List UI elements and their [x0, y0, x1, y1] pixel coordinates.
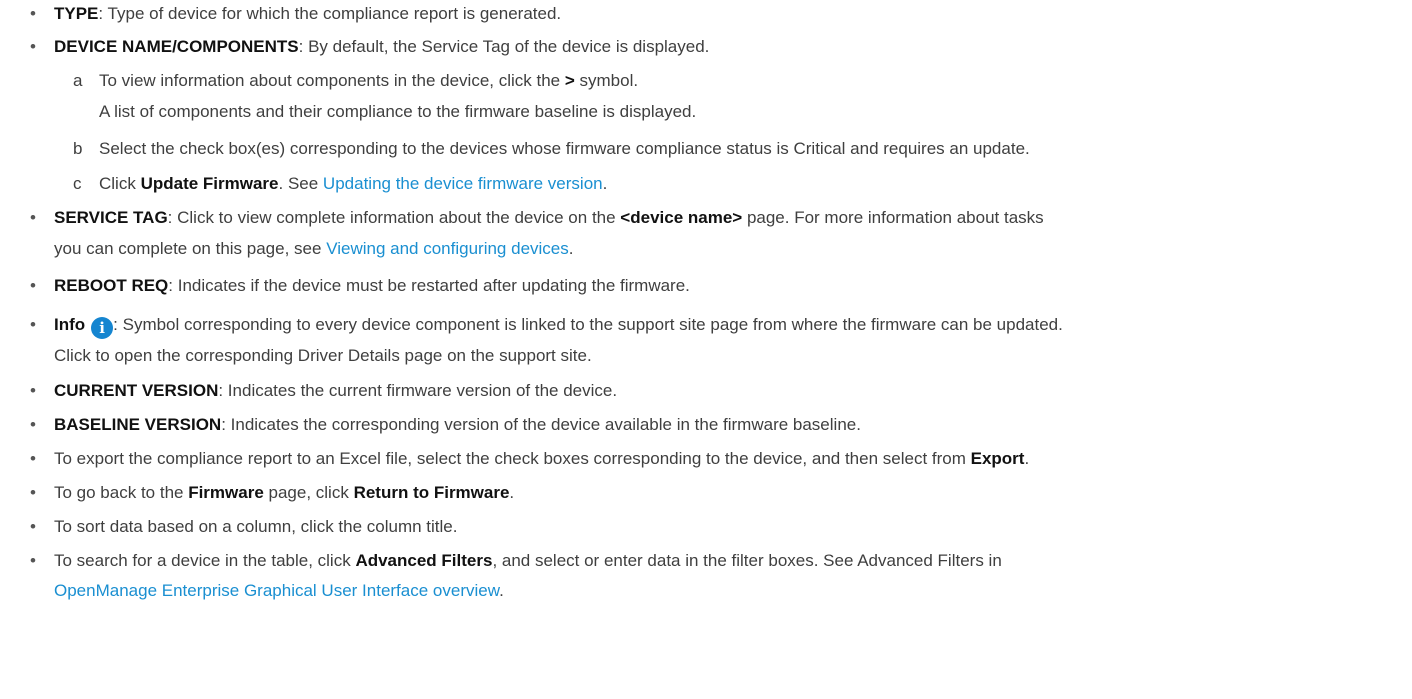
term-service-tag: SERVICE TAG [54, 208, 168, 227]
return-to-firmware-term: Return to Firmware [353, 483, 510, 502]
bullet: • [30, 4, 36, 23]
desc-export-end: . [1024, 449, 1030, 468]
step-a-text: To view information about components in … [99, 71, 565, 90]
step-c-see: . See [278, 174, 323, 193]
device-name-placeholder: <device name> [620, 208, 743, 227]
desc-service-tag-line2: you can complete on this page, see [54, 239, 327, 258]
step-b-label: b [73, 139, 83, 158]
desc-service-tag: : Click to view complete information abo… [167, 208, 621, 227]
term-baseline-version: BASELINE VERSION [54, 415, 222, 434]
desc-search-end: , and select or enter data in the filter… [492, 551, 1002, 570]
desc-search-line2-end: . [499, 581, 504, 600]
term-type: TYPE [54, 4, 99, 23]
desc-service-tag-end: page. For more information about tasks [742, 208, 1044, 227]
desc-reboot: : Indicates if the device must be restar… [168, 276, 690, 295]
desc-info: : Symbol corresponding to every device c… [113, 315, 1063, 334]
bullet: • [30, 415, 36, 434]
term-reboot: REBOOT REQ [54, 276, 169, 295]
link-updating-firmware[interactable]: Updating the device firmware version [323, 174, 603, 193]
desc-return-end: . [509, 483, 515, 502]
bullet: • [30, 315, 36, 334]
firmware-term: Firmware [188, 483, 264, 502]
link-viewing-devices[interactable]: Viewing and configuring devices [326, 239, 569, 258]
info-icon: i [91, 317, 114, 339]
desc-search: To search for a device in the table, cli… [54, 551, 356, 570]
desc-export: To export the compliance report to an Ex… [54, 449, 971, 468]
step-a-label: a [73, 71, 83, 90]
step-a-result-text: A list of components and their complianc… [99, 102, 697, 121]
term-info: Info [54, 315, 86, 334]
export-term: Export [970, 449, 1025, 468]
step-c-text: Click [99, 174, 141, 193]
bullet: • [30, 276, 36, 295]
update-firmware-term: Update Firmware [140, 174, 279, 193]
bullet: • [30, 381, 36, 400]
step-c-end: . [602, 174, 608, 193]
desc-return-mid: page, click [263, 483, 354, 502]
bullet: • [30, 208, 36, 227]
term-device-name: DEVICE NAME/COMPONENTS [54, 37, 299, 56]
bullet: • [30, 483, 36, 502]
desc-service-tag-line2-end: . [568, 239, 574, 258]
expand-symbol: > [564, 71, 575, 90]
desc-type: : Type of device for which the complianc… [98, 4, 562, 23]
step-a-text-end: symbol. [574, 71, 639, 90]
link-gui-overview[interactable]: OpenManage Enterprise Graphical User Int… [54, 581, 499, 600]
desc-return: To go back to the [54, 483, 189, 502]
step-b-text: Select the check box(es) corresponding t… [99, 139, 1030, 158]
desc-current-version: : Indicates the current firmware version… [218, 381, 618, 400]
desc-info-line2: Click to open the corresponding Driver D… [54, 346, 592, 365]
desc-sort: To sort data based on a column, click th… [54, 517, 458, 536]
bullet: • [30, 37, 36, 56]
desc-device-name: : By default, the Service Tag of the dev… [298, 37, 710, 56]
bullet: • [30, 449, 36, 468]
term-current-version: CURRENT VERSION [54, 381, 219, 400]
bullet: • [30, 517, 36, 536]
bullet: • [30, 551, 36, 570]
advanced-filters-term: Advanced Filters [355, 551, 493, 570]
desc-baseline-version: : Indicates the corresponding version of… [221, 415, 861, 434]
step-c-label: c [73, 174, 82, 193]
